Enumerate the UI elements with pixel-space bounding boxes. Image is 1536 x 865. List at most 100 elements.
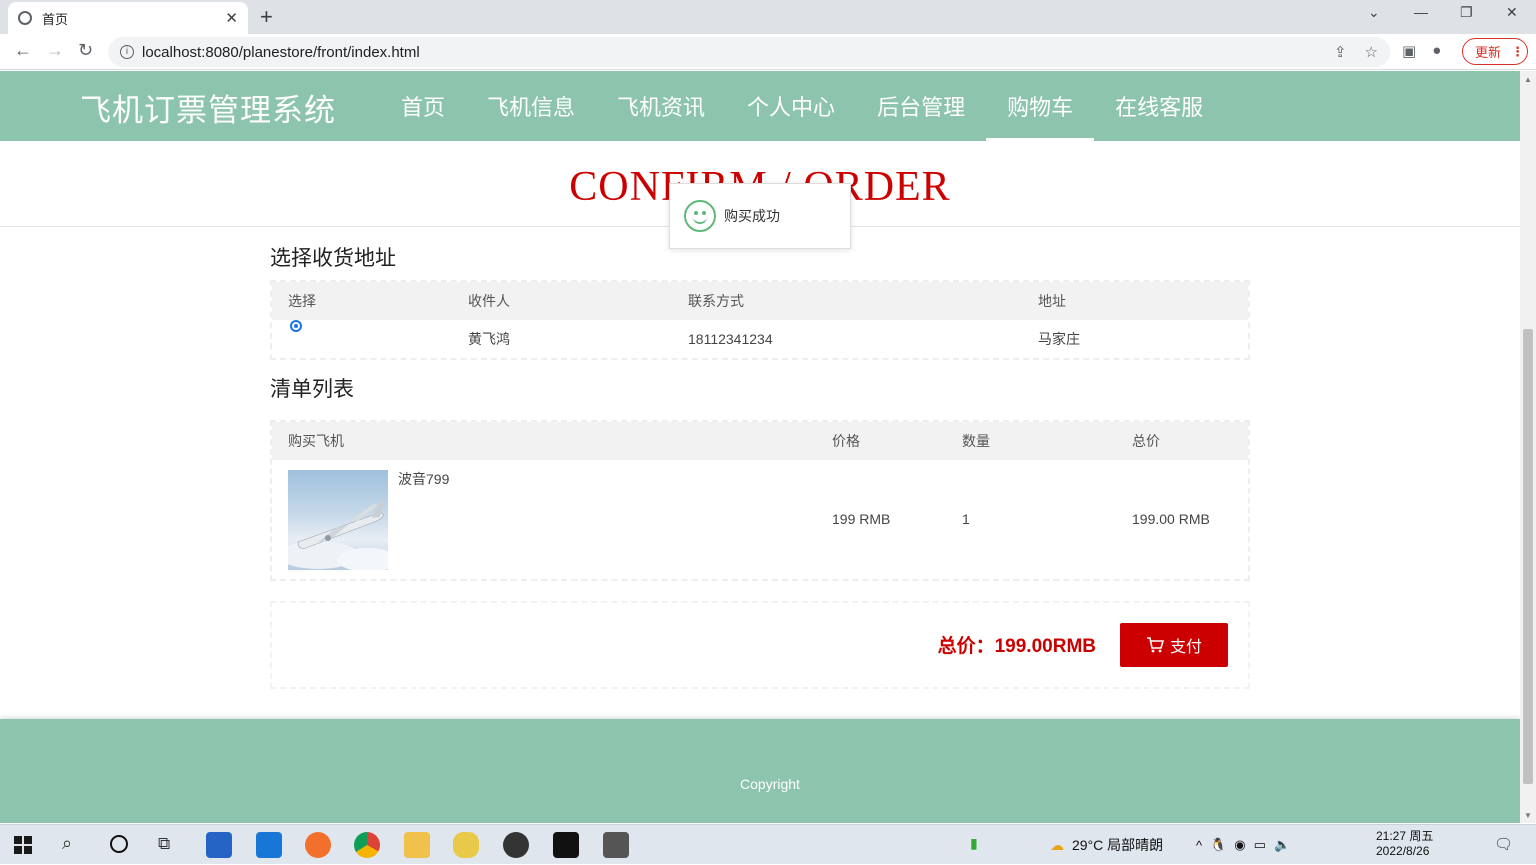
side-panel-icon[interactable]: ▣ <box>1402 42 1416 60</box>
intellij-icon[interactable] <box>553 832 579 858</box>
col-price: 价格 <box>832 433 860 449</box>
new-tab-icon[interactable]: + <box>260 4 273 30</box>
volume-icon[interactable]: 🔈 <box>1274 837 1290 853</box>
update-label: 更新 <box>1475 45 1502 60</box>
nav-label: 个人中心 <box>747 95 836 120</box>
pay-button[interactable]: 支付 <box>1120 623 1228 667</box>
weather-text: 29°C 局部晴朗 <box>1072 837 1164 853</box>
update-button[interactable]: 更新 ⋮ <box>1462 38 1528 65</box>
table-row[interactable]: 黄飞鸿 18112341234 马家庄 <box>272 320 1248 358</box>
battery-icon[interactable]: ▮ <box>970 835 978 852</box>
app-icon[interactable] <box>603 832 629 858</box>
more-icon: ⋮ <box>1511 43 1525 59</box>
price-cell: 199 RMB <box>832 511 891 527</box>
scrollbar-thumb[interactable] <box>1523 329 1533 784</box>
windows-taskbar: ⌕ ⧉ ▮ ☁ 29°C 局部晴朗 ^ 🐧 ◉ ▭ 🔈 21:27 周五 202… <box>0 824 1536 864</box>
cortana-icon[interactable] <box>110 835 128 853</box>
restore-icon[interactable]: ❐ <box>1460 4 1473 21</box>
page-viewport: 飞机订票管理系统 首页 飞机信息 飞机资讯 个人中心 后台管理 购物车 在线客服… <box>0 71 1520 823</box>
pay-label: 支付 <box>1169 639 1202 656</box>
file-explorer-icon[interactable] <box>404 832 430 858</box>
col-address: 地址 <box>1038 293 1066 309</box>
store-icon[interactable] <box>206 832 232 858</box>
address-table-header: 选择 收件人 联系方式 地址 <box>272 282 1248 320</box>
clock[interactable]: 21:27 周五 2022/8/26 <box>1376 829 1433 859</box>
app-icon[interactable] <box>503 832 529 858</box>
col-select: 选择 <box>288 293 316 309</box>
clock-date: 2022/8/26 <box>1376 844 1430 858</box>
site-info-icon[interactable]: i <box>120 45 134 59</box>
address-bar[interactable]: i localhost:8080/planestore/front/index.… <box>108 37 1390 67</box>
chrome-icon[interactable] <box>354 832 380 858</box>
weather-widget[interactable]: ☁ 29°C 局部晴朗 <box>1050 825 1163 865</box>
nav-cart[interactable]: 购物车 <box>986 71 1095 141</box>
smile-icon <box>684 200 716 232</box>
tray-expand-icon[interactable]: ^ <box>1196 838 1202 853</box>
minimize-icon[interactable]: — <box>1414 4 1428 20</box>
nav-admin[interactable]: 后台管理 <box>856 71 986 141</box>
window-close-icon[interactable]: ✕ <box>1506 4 1518 21</box>
app-icon[interactable] <box>453 832 479 858</box>
address-cell: 马家庄 <box>1038 331 1080 347</box>
notification-icon[interactable]: 🗨 <box>1494 835 1513 853</box>
task-view-icon[interactable]: ⧉ <box>158 834 170 854</box>
profile-icon[interactable]: ● <box>1432 42 1441 60</box>
site-header: 飞机订票管理系统 首页 飞机信息 飞机资讯 个人中心 后台管理 购物车 在线客服 <box>0 71 1520 141</box>
address-radio[interactable] <box>290 320 302 332</box>
total-price: 总价：199.00RMB <box>937 636 1096 657</box>
recipient-cell: 黄飞鸿 <box>468 331 510 347</box>
checkout-summary: 总价：199.00RMB 支付 <box>270 601 1250 689</box>
page-scrollbar[interactable]: ▲ ▼ <box>1520 71 1536 823</box>
cart-icon <box>1146 637 1164 653</box>
subtotal-cell: 199.00 RMB <box>1132 511 1210 527</box>
browser-tabbar: 首页 ✕ + ⌄ — ❐ ✕ <box>0 0 1536 34</box>
order-table: 购买飞机 价格 数量 总价 波音799 199 RMB 1 199.00 RMB <box>270 420 1250 581</box>
globe-icon <box>18 11 32 25</box>
nav-label: 飞机信息 <box>487 95 576 120</box>
order-table-header: 购买飞机 价格 数量 总价 <box>272 422 1248 460</box>
back-icon[interactable]: ← <box>14 40 32 61</box>
search-icon[interactable]: ⌕ <box>62 833 72 854</box>
bookmark-star-icon[interactable]: ☆ <box>1365 43 1378 61</box>
scroll-up-icon[interactable]: ▲ <box>1524 75 1532 84</box>
tab-title: 首页 <box>42 11 69 27</box>
plane-name-cell[interactable]: 波音799 <box>398 470 449 488</box>
share-icon[interactable]: ⇪ <box>1334 43 1347 61</box>
address-section-title: 选择收货地址 <box>270 247 396 270</box>
forward-icon[interactable]: → <box>46 40 64 61</box>
site-logo[interactable]: 飞机订票管理系统 <box>80 85 336 130</box>
col-phone: 联系方式 <box>688 293 744 309</box>
success-toast: 购买成功 <box>669 183 851 249</box>
browser-tab[interactable]: 首页 ✕ <box>8 2 248 34</box>
plane-image[interactable] <box>288 470 388 570</box>
col-recipient: 收件人 <box>468 293 510 309</box>
list-section-title: 清单列表 <box>270 378 354 401</box>
nav-customer-service[interactable]: 在线客服 <box>1094 71 1224 141</box>
nav-label: 购物车 <box>1007 95 1074 120</box>
tab-search-icon[interactable]: ⌄ <box>1368 4 1380 21</box>
tab-close-icon[interactable]: ✕ <box>225 9 238 27</box>
address-table: 选择 收件人 联系方式 地址 黄飞鸿 18112341234 马家庄 <box>270 280 1250 360</box>
system-tray: ^ 🐧 ◉ ▭ 🔈 <box>1196 825 1290 865</box>
copyright-text: Copyright <box>740 776 800 792</box>
network-icon[interactable]: ▭ <box>1254 837 1266 853</box>
tray-app-icon[interactable]: ◉ <box>1234 837 1245 853</box>
nav-label: 后台管理 <box>877 95 966 120</box>
site-footer: Copyright <box>0 719 1520 823</box>
nav-label: 飞机资讯 <box>617 95 706 120</box>
firefox-icon[interactable] <box>305 832 331 858</box>
nav-label: 在线客服 <box>1115 95 1204 120</box>
main-nav: 首页 飞机信息 飞机资讯 个人中心 后台管理 购物车 在线客服 <box>380 71 1224 141</box>
clock-time: 21:27 周五 <box>1376 829 1434 843</box>
windows-start-icon[interactable] <box>14 836 32 854</box>
mail-icon[interactable] <box>256 832 282 858</box>
quantity-cell: 1 <box>962 511 970 527</box>
scroll-down-icon[interactable]: ▼ <box>1524 811 1532 820</box>
col-subtotal: 总价 <box>1132 433 1160 449</box>
reload-icon[interactable]: ↻ <box>78 40 93 61</box>
nav-plane-news[interactable]: 飞机资讯 <box>596 71 726 141</box>
nav-home[interactable]: 首页 <box>380 71 466 141</box>
nav-plane-info[interactable]: 飞机信息 <box>466 71 596 141</box>
qq-icon[interactable]: 🐧 <box>1210 837 1226 853</box>
nav-personal-center[interactable]: 个人中心 <box>726 71 856 141</box>
